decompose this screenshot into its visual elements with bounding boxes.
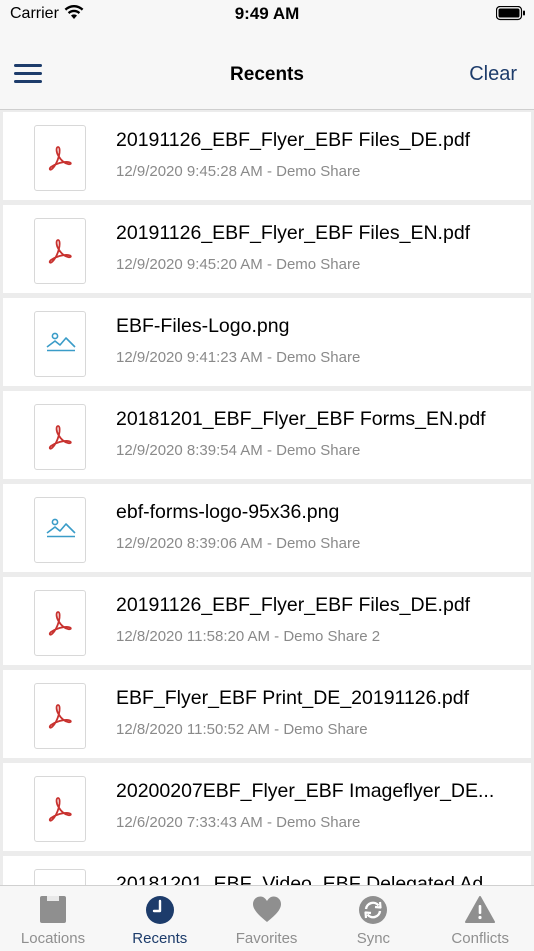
file-row[interactable]: EBF_Flyer_EBF Print_DE_20191126.pdf 12/8/…	[3, 670, 531, 758]
file-row[interactable]: 20191126_EBF_Flyer_EBF Files_EN.pdf 12/9/…	[3, 205, 531, 293]
tab-favorites[interactable]: Favorites	[214, 886, 320, 951]
file-meta: 12/9/2020 8:39:06 AM - Demo Share	[116, 535, 361, 552]
pdf-file-icon	[34, 590, 86, 656]
tab-label: Sync	[356, 930, 391, 947]
tab-recents[interactable]: Recents	[107, 886, 213, 951]
tab-label: Conflicts	[451, 930, 509, 947]
file-meta: 12/8/2020 11:50:52 AM - Demo Share	[116, 721, 368, 738]
file-name: 20181201_EBF_Flyer_EBF Forms_EN.pdf	[116, 408, 486, 430]
page-title: Recents	[230, 64, 304, 85]
recents-list: 20191126_EBF_Flyer_EBF Files_DE.pdf 12/9/…	[0, 112, 534, 885]
file-name: ebf-forms-logo-95x36.png	[116, 501, 340, 523]
file-name: 20191126_EBF_Flyer_EBF Files_DE.pdf	[116, 594, 471, 616]
pdf-file-icon	[34, 218, 86, 284]
file-name: 20181201_EBF_Video_EBF Delegated Ad...	[116, 873, 500, 885]
file-row[interactable]: 20191126_EBF_Flyer_EBF Files_DE.pdf 12/8/…	[3, 577, 531, 665]
locations-icon	[38, 895, 68, 925]
tab-conflicts[interactable]: Conflicts	[427, 886, 533, 951]
status-bar: Carrier 9:49 AM	[0, 0, 534, 30]
file-meta: 12/9/2020 9:41:23 AM - Demo Share	[116, 349, 361, 366]
file-row[interactable]: 20200207EBF_Flyer_EBF Imageflyer_DE... 12…	[3, 763, 531, 851]
heart-icon	[252, 895, 282, 925]
tab-bar: Locations Recents Favorites Sync Conflicts	[0, 885, 534, 951]
image-file-icon	[34, 311, 86, 377]
tab-label: Recents	[132, 930, 188, 947]
file-meta: 12/6/2020 7:33:43 AM - Demo Share	[116, 814, 361, 831]
tab-label: Favorites	[235, 930, 298, 947]
file-name: 20200207EBF_Flyer_EBF Imageflyer_DE...	[116, 780, 495, 802]
file-name: EBF-Files-Logo.png	[116, 315, 290, 337]
battery-icon	[495, 5, 526, 26]
file-row[interactable]: 20181201_EBF_Flyer_EBF Forms_EN.pdf 12/9/…	[3, 391, 531, 479]
clear-button[interactable]: Clear	[469, 63, 517, 86]
file-meta: 12/9/2020 8:39:54 AM - Demo Share	[116, 442, 361, 459]
file-name: 20191126_EBF_Flyer_EBF Files_EN.pdf	[116, 222, 471, 244]
navigation-bar: Recents Clear	[0, 30, 534, 110]
clock-icon	[145, 895, 175, 925]
pdf-file-icon	[34, 125, 86, 191]
file-row[interactable]: 20181201_EBF_Video_EBF Delegated Ad...	[3, 856, 531, 885]
pdf-file-icon	[34, 776, 86, 842]
tab-label: Locations	[20, 930, 86, 947]
pdf-file-icon	[34, 404, 86, 470]
pdf-file-icon	[34, 869, 86, 885]
tab-sync[interactable]: Sync	[320, 886, 426, 951]
file-meta: 12/9/2020 9:45:28 AM - Demo Share	[116, 163, 361, 180]
file-row[interactable]: EBF-Files-Logo.png 12/9/2020 9:41:23 AM -…	[3, 298, 531, 386]
tab-locations[interactable]: Locations	[0, 886, 106, 951]
warning-icon	[465, 895, 496, 925]
file-row[interactable]: 20191126_EBF_Flyer_EBF Files_DE.pdf 12/9/…	[3, 112, 531, 200]
image-file-icon	[34, 497, 86, 563]
file-row[interactable]: ebf-forms-logo-95x36.png 12/9/2020 8:39:0…	[3, 484, 531, 572]
file-meta: 12/8/2020 11:58:20 AM - Demo Share 2	[116, 628, 381, 645]
file-name: EBF_Flyer_EBF Print_DE_20191126.pdf	[116, 687, 469, 709]
status-time: 9:49 AM	[234, 4, 300, 23]
sync-icon	[358, 895, 388, 925]
file-name: 20191126_EBF_Flyer_EBF Files_DE.pdf	[116, 129, 471, 151]
pdf-file-icon	[34, 683, 86, 749]
file-meta: 12/9/2020 9:45:20 AM - Demo Share	[116, 256, 361, 273]
